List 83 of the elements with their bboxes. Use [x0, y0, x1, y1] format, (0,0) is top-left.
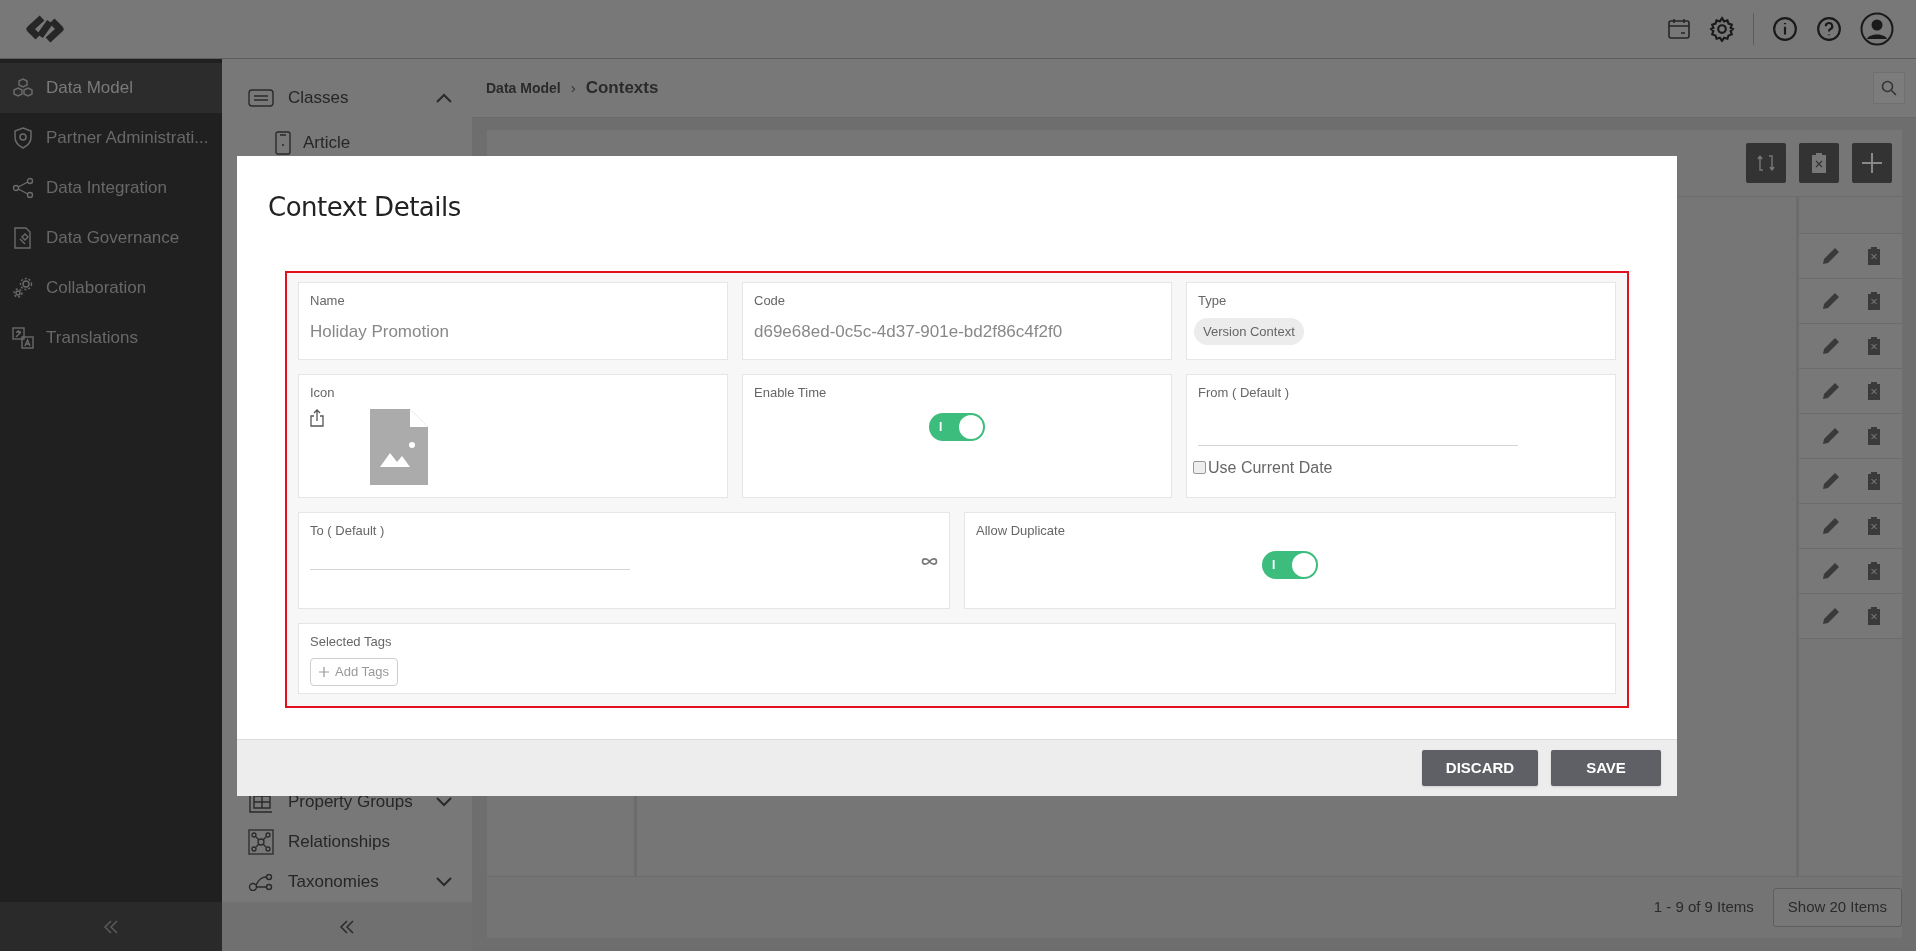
clipboard-delete-icon[interactable]	[1866, 471, 1881, 491]
pencil-icon[interactable]	[1820, 381, 1841, 401]
field-label: To ( Default )	[310, 522, 385, 540]
shield-icon	[12, 127, 34, 149]
clipboard-delete-icon[interactable]	[1866, 606, 1881, 626]
breadcrumb-separator: ›	[570, 77, 576, 98]
pencil-icon[interactable]	[1820, 471, 1841, 491]
pagination-summary: 1 - 9 of 9 Items	[1653, 897, 1754, 918]
infinity-icon[interactable]	[921, 557, 938, 566]
gears-icon	[12, 277, 34, 299]
chevron-icon[interactable]	[436, 92, 452, 103]
nav-item[interactable]: Relationships	[222, 822, 472, 862]
save-button[interactable]: SAVE	[1551, 750, 1661, 786]
clipboard-delete-icon[interactable]	[1866, 561, 1881, 581]
clipboard-delete-icon[interactable]	[1866, 426, 1881, 446]
plus-icon	[319, 666, 329, 677]
field-label: Name	[310, 292, 345, 310]
search-icon	[1881, 80, 1897, 96]
pencil-icon[interactable]	[1820, 291, 1841, 311]
collapse-icon[interactable]	[103, 918, 119, 935]
breadcrumb-link[interactable]: Data Model	[486, 77, 561, 99]
field-value: d69e68ed-0c5c-4d37-901e-bd2f86c4f2f0	[754, 320, 1063, 343]
image-placeholder-icon	[370, 408, 428, 485]
settings-icon[interactable]	[1709, 16, 1735, 42]
pencil-icon[interactable]	[1820, 246, 1841, 266]
field-value: Holiday Promotion	[310, 320, 449, 343]
share-nodes-icon	[12, 177, 34, 199]
document-gavel-icon	[12, 227, 34, 249]
field-label: Icon	[310, 384, 335, 402]
sync-button[interactable]	[1746, 143, 1786, 183]
calendar-box-icon[interactable]	[1667, 17, 1691, 41]
chevron-icon[interactable]	[436, 877, 452, 887]
delete-button[interactable]	[1799, 143, 1839, 183]
info-icon[interactable]	[1772, 16, 1798, 42]
pencil-icon[interactable]	[1820, 426, 1841, 446]
upload-icon[interactable]	[310, 408, 324, 427]
clipboard-delete-icon[interactable]	[1866, 336, 1881, 356]
clipboard-delete-icon[interactable]	[1866, 246, 1881, 266]
clipboard-delete-icon[interactable]	[1866, 381, 1881, 401]
nav-item[interactable]: Classes	[222, 73, 472, 122]
field-label: From ( Default )	[1198, 384, 1289, 402]
field-label: Allow Duplicate	[976, 522, 1065, 540]
clipboard-delete-icon[interactable]	[1866, 291, 1881, 311]
collapse-icon[interactable]	[339, 918, 355, 935]
date-input-line[interactable]	[1198, 444, 1518, 446]
translate-icon	[12, 327, 34, 349]
add-tags-button[interactable]: Add Tags	[310, 657, 398, 686]
nav-item[interactable]: Property Groups	[222, 782, 472, 822]
page-size-button[interactable]: Show 20 Items	[1772, 888, 1902, 927]
clipboard-delete-icon	[1811, 152, 1827, 174]
chevron-icon[interactable]	[436, 797, 452, 807]
toggle-switch[interactable]: I	[1262, 550, 1318, 579]
sync-icon	[1756, 152, 1776, 174]
add-button[interactable]	[1852, 143, 1892, 183]
discard-button[interactable]: DISCARD	[1422, 750, 1538, 786]
field-label: Enable Time	[754, 384, 827, 402]
type-chip: Version Context	[1194, 317, 1304, 345]
checkbox[interactable]	[1193, 461, 1206, 474]
breadcrumb-current: Contexts	[585, 77, 659, 100]
pencil-icon[interactable]	[1820, 561, 1841, 581]
field-label: Type	[1198, 292, 1227, 310]
network-icon	[248, 829, 274, 855]
dialog-title: Context Details	[268, 192, 462, 222]
date-input-line[interactable]	[310, 568, 630, 570]
list-icon	[248, 87, 274, 108]
user-avatar-icon[interactable]	[1860, 12, 1894, 46]
plus-icon	[1861, 152, 1883, 174]
checkbox-label: Use Current Date	[1208, 457, 1333, 478]
pencil-icon[interactable]	[1820, 606, 1841, 626]
nav-item[interactable]: Article	[222, 122, 472, 164]
hierarchy-icon	[248, 873, 274, 891]
cubes-icon	[12, 77, 34, 99]
field-label: Selected Tags	[310, 633, 392, 651]
search-button[interactable]	[1873, 72, 1905, 104]
nav-item[interactable]: Taxonomies	[222, 862, 472, 902]
phone-icon	[275, 131, 291, 155]
field-label: Code	[754, 292, 786, 310]
clipboard-delete-icon[interactable]	[1866, 516, 1881, 536]
toggle-switch[interactable]: I	[929, 412, 985, 441]
pencil-icon[interactable]	[1820, 516, 1841, 536]
help-icon[interactable]	[1816, 16, 1842, 42]
sidebar-item[interactable]: Data Model	[0, 63, 222, 113]
pencil-icon[interactable]	[1820, 336, 1841, 356]
